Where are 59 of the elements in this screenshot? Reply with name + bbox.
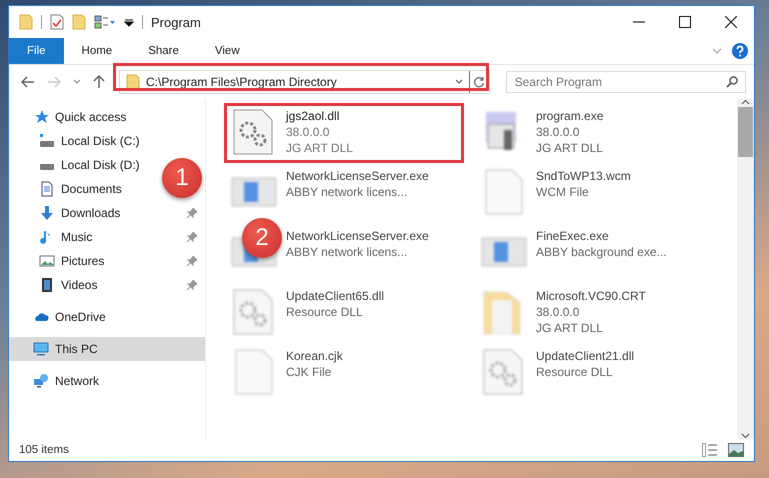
pin-icon[interactable] [187,256,197,266]
ribbon-tab[interactable]: Share [130,38,197,64]
file-item[interactable]: UpdateClient65.dll Resource DLL [226,285,462,341]
scroll-up-icon[interactable] [741,99,750,105]
refresh-icon [473,76,486,88]
sidebar-item[interactable]: Local Disk (C:) [9,129,205,153]
sidebar-item[interactable]: This PC [9,337,205,361]
item-count: 105 items [19,444,69,456]
file-item[interactable]: SndToWP13.wcm WCM File [476,165,712,221]
sidebar-item[interactable]: Pictures [9,249,205,273]
search-icon [726,76,738,88]
maximize-icon [679,16,691,28]
scroll-thumb[interactable] [738,107,753,157]
properties-icon[interactable] [50,14,64,30]
folder-icon [126,74,140,90]
file-item[interactable]: jgs2aol.dll 38.0.0.0 JG ART DLL [226,105,462,161]
address-bar[interactable]: C:\Program Files\Program Directory [119,70,490,94]
scrollbar[interactable] [737,99,754,439]
pc-icon [33,341,49,357]
ribbon-tab[interactable]: File [9,38,64,64]
sidebar-item[interactable]: Videos [9,273,205,297]
download-icon [39,205,55,221]
sidebar-item[interactable]: OneDrive [9,305,205,329]
pin-icon[interactable] [187,208,197,218]
file-item[interactable]: UpdateClient21.dll Resource DLL [476,345,712,401]
sidebar-item[interactable]: Downloads [9,201,205,225]
expand-ribbon-icon[interactable] [712,48,722,54]
video-icon [39,277,55,293]
customize-dropdown-icon[interactable] [124,17,134,27]
view-options-icon[interactable] [94,15,116,29]
sidebar-item[interactable]: Quick access [9,105,205,129]
picture-icon [39,253,55,269]
search-field[interactable]: Search Program [506,71,746,93]
file-item[interactable]: Microsoft.VC90.CRT 38.0.0.0 JG ART DLL [476,285,712,341]
window-title: Program [151,14,201,30]
dropdown-icon[interactable] [454,79,463,85]
close-icon [725,16,737,28]
folder-icon [19,14,33,30]
document-icon [39,181,55,197]
sidebar-item[interactable]: Network [9,369,205,393]
ribbon-tab[interactable]: Home [64,38,130,64]
file-item[interactable]: NetworkLicenseServer.exe ABBY network licens... [226,165,462,221]
drive-icon [39,163,55,171]
network-icon [33,373,49,389]
file-item[interactable]: program.exe 38.0.0.0 JG ART DLL [476,105,712,161]
pin-icon[interactable] [187,280,197,290]
minimize-icon [633,21,645,23]
details-view-icon[interactable] [702,443,718,457]
help-icon[interactable] [732,43,748,59]
file-item[interactable]: Korean.cjk CJK File [226,345,462,401]
ribbon-tab[interactable]: View [196,38,258,64]
pin-icon[interactable] [187,232,197,242]
thumbnail-view-icon[interactable] [728,443,744,457]
scroll-down-icon[interactable] [741,433,750,439]
drive-c-icon [39,133,55,149]
file-item[interactable]: FineExec.exe ABBY background exe... [476,225,712,281]
star-icon [33,109,49,125]
sidebar-item[interactable]: Music [9,225,205,249]
new-folder-icon [72,14,86,30]
